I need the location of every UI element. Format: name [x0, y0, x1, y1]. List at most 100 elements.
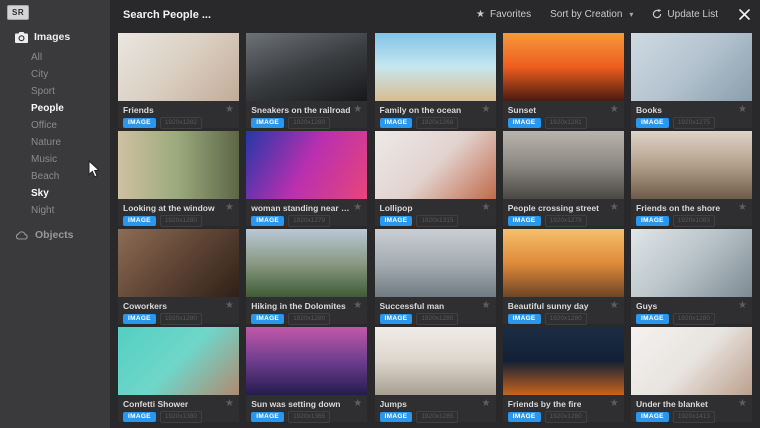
image-card[interactable]: Hiking in the Dolomites ★ IMAGE 1920x128…	[246, 229, 367, 324]
favorite-star-icon[interactable]: ★	[482, 203, 491, 213]
image-card[interactable]: People crossing street ★ IMAGE 1920x1278	[503, 131, 624, 226]
favorite-star-icon[interactable]: ★	[353, 105, 362, 115]
image-card[interactable]: Successful man ★ IMAGE 1920x1280	[375, 229, 496, 324]
card-thumbnail[interactable]	[503, 327, 624, 395]
image-card[interactable]: Family on the ocean ★ IMAGE 1920x1268	[375, 33, 496, 128]
image-card[interactable]: Beautiful sunny day ★ IMAGE 1920x1280	[503, 229, 624, 324]
favorite-star-icon[interactable]: ★	[353, 399, 362, 409]
image-card[interactable]: Sneakers on the railroad ★ IMAGE 1920x12…	[246, 33, 367, 128]
image-card[interactable]: Jumps ★ IMAGE 1920x1285	[375, 327, 496, 422]
image-card[interactable]: Friends on the shore ★ IMAGE 1920x1083	[631, 131, 752, 226]
image-card[interactable]: Sun was setting down ★ IMAGE 1920x1365	[246, 327, 367, 422]
favorite-star-icon[interactable]: ★	[353, 203, 362, 213]
image-card[interactable]: Looking at the window ★ IMAGE 1920x1280	[118, 131, 239, 226]
close-button[interactable]	[739, 9, 750, 20]
card-thumbnail[interactable]	[118, 327, 239, 395]
sidebar-item-people[interactable]: People	[0, 100, 110, 117]
card-thumbnail[interactable]	[246, 131, 367, 199]
card-dimensions: 1920x1280	[288, 313, 330, 325]
sidebar-section-images[interactable]: Images	[0, 27, 110, 47]
image-type-badge: IMAGE	[636, 412, 669, 423]
card-thumbnail[interactable]	[246, 229, 367, 297]
image-card[interactable]: Sunset ★ IMAGE 1920x1281	[503, 33, 624, 128]
favorite-star-icon[interactable]: ★	[610, 203, 619, 213]
sort-dropdown[interactable]: Sort by Creation ▾	[550, 9, 633, 20]
card-meta: Friends ★ IMAGE 1920x1282	[118, 101, 239, 128]
card-thumbnail[interactable]	[118, 33, 239, 101]
card-thumbnail[interactable]	[503, 229, 624, 297]
card-thumbnail[interactable]	[246, 327, 367, 395]
image-card[interactable]: Under the blanket ★ IMAGE 1920x1413	[631, 327, 752, 422]
image-card[interactable]: Guys ★ IMAGE 1920x1280	[631, 229, 752, 324]
sidebar-item-night[interactable]: Night	[0, 202, 110, 219]
favorite-star-icon[interactable]: ★	[610, 399, 619, 409]
card-thumbnail[interactable]	[631, 327, 752, 395]
favorite-star-icon[interactable]: ★	[225, 301, 234, 311]
image-type-badge: IMAGE	[123, 216, 156, 227]
sidebar-section-objects[interactable]: Objects	[0, 225, 110, 245]
card-title: Friends on the shore	[636, 203, 720, 213]
card-thumbnail[interactable]	[503, 131, 624, 199]
card-dimensions: 1920x1280	[288, 117, 330, 129]
favorite-star-icon[interactable]: ★	[482, 399, 491, 409]
image-card[interactable]: Lollipop ★ IMAGE 1920x1315	[375, 131, 496, 226]
favorite-star-icon[interactable]: ★	[353, 301, 362, 311]
favorite-star-icon[interactable]: ★	[738, 399, 747, 409]
card-dimensions: 1920x1268	[416, 117, 458, 129]
topbar-actions: ★ Favorites Sort by Creation ▾ Update Li…	[476, 0, 750, 28]
card-meta: Friends by the fire ★ IMAGE 1920x1280	[503, 395, 624, 422]
image-card[interactable]: Friends ★ IMAGE 1920x1282	[118, 33, 239, 128]
sidebar-item-music[interactable]: Music	[0, 151, 110, 168]
card-thumbnail[interactable]	[246, 33, 367, 101]
favorite-star-icon[interactable]: ★	[610, 105, 619, 115]
sidebar-item-beach[interactable]: Beach	[0, 168, 110, 185]
card-thumbnail[interactable]	[375, 131, 496, 199]
image-card[interactable]: woman standing near buildings ★ IMAGE 19…	[246, 131, 367, 226]
sidebar-item-all[interactable]: All	[0, 49, 110, 66]
favorite-star-icon[interactable]: ★	[225, 203, 234, 213]
favorite-star-icon[interactable]: ★	[225, 399, 234, 409]
favorites-button[interactable]: ★ Favorites	[476, 9, 531, 20]
card-meta: Guys ★ IMAGE 1920x1280	[631, 297, 752, 324]
app-logo: SR	[7, 5, 29, 20]
image-card[interactable]: Books ★ IMAGE 1920x1275	[631, 33, 752, 128]
favorite-star-icon[interactable]: ★	[738, 105, 747, 115]
card-thumbnail[interactable]	[375, 33, 496, 101]
favorite-star-icon[interactable]: ★	[610, 301, 619, 311]
search-input[interactable]	[123, 6, 403, 24]
sidebar-item-city[interactable]: City	[0, 66, 110, 83]
sidebar-section-images-items: AllCitySportPeopleOfficeNatureMusicBeach…	[0, 47, 110, 225]
image-type-badge: IMAGE	[123, 412, 156, 423]
card-dimensions: 1920x1365	[288, 411, 330, 423]
image-card[interactable]: Confetti Shower ★ IMAGE 1920x1380	[118, 327, 239, 422]
card-dimensions: 1920x1275	[673, 117, 715, 129]
card-meta: Under the blanket ★ IMAGE 1920x1413	[631, 395, 752, 422]
sidebar-item-sky[interactable]: Sky	[0, 185, 110, 202]
card-dimensions: 1920x1281	[545, 117, 587, 129]
card-dimensions: 1920x1413	[673, 411, 715, 423]
card-dimensions: 1920x1280	[673, 313, 715, 325]
card-thumbnail[interactable]	[375, 327, 496, 395]
favorite-star-icon[interactable]: ★	[738, 203, 747, 213]
card-thumbnail[interactable]	[503, 33, 624, 101]
card-thumbnail[interactable]	[118, 229, 239, 297]
card-thumbnail[interactable]	[631, 33, 752, 101]
card-thumbnail[interactable]	[118, 131, 239, 199]
image-card[interactable]: Friends by the fire ★ IMAGE 1920x1280	[503, 327, 624, 422]
sidebar-item-sport[interactable]: Sport	[0, 83, 110, 100]
favorite-star-icon[interactable]: ★	[482, 301, 491, 311]
card-thumbnail[interactable]	[631, 229, 752, 297]
favorite-star-icon[interactable]: ★	[482, 105, 491, 115]
image-grid: Friends ★ IMAGE 1920x1282 Sneakers on th…	[118, 33, 752, 422]
image-type-badge: IMAGE	[251, 314, 284, 325]
card-thumbnail[interactable]	[631, 131, 752, 199]
card-thumbnail[interactable]	[375, 229, 496, 297]
favorite-star-icon[interactable]: ★	[738, 301, 747, 311]
card-meta: Books ★ IMAGE 1920x1275	[631, 101, 752, 128]
update-list-button[interactable]: Update List	[652, 9, 718, 20]
favorite-star-icon[interactable]: ★	[225, 105, 234, 115]
image-card[interactable]: Coworkers ★ IMAGE 1920x1280	[118, 229, 239, 324]
sidebar-item-nature[interactable]: Nature	[0, 134, 110, 151]
sidebar-item-office[interactable]: Office	[0, 117, 110, 134]
sidebar-section-objects-label: Objects	[35, 229, 74, 241]
